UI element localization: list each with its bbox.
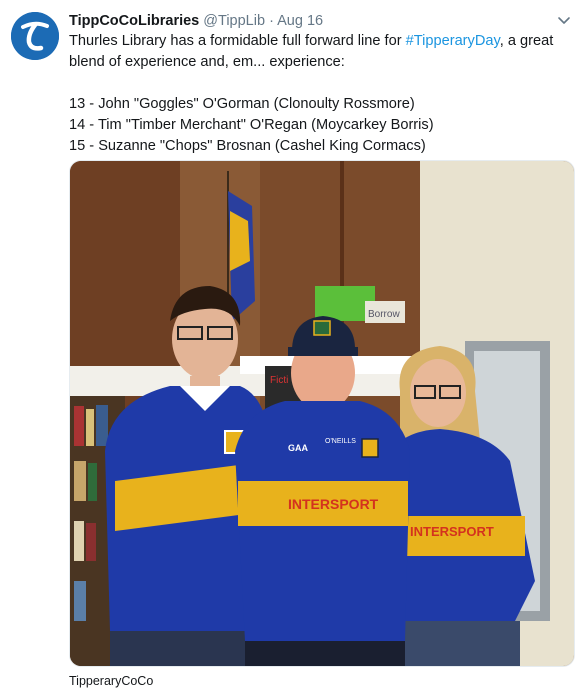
middle-jersey-brand: O'NEILLS xyxy=(325,438,356,445)
lineup-line-15: 15 - Suzanne "Chops" Brosnan (Cashel Kin… xyxy=(69,138,426,154)
library-logo-icon xyxy=(11,12,59,60)
hashtag-link[interactable]: #TipperaryDay xyxy=(406,33,500,49)
tweet-text-part1: Thurles Library has a formidable full fo… xyxy=(69,33,406,49)
timestamp[interactable]: Aug 16 xyxy=(277,13,323,29)
photo-image: Borrow Ficti INTERSPORT INTERSPORT GAA O… xyxy=(70,161,574,666)
lineup-line-14: 14 - Tim "Timber Merchant" O'Regan (Moyc… xyxy=(69,117,434,133)
middle-jersey-sponsor: INTERSPORT xyxy=(288,496,379,512)
tweet-intro: Thurles Library has a formidable full fo… xyxy=(69,31,574,73)
middle-jersey-gaa: GAA xyxy=(288,443,309,453)
lineup-line-13: 13 - John "Goggles" O'Gorman (Clonoulty … xyxy=(69,96,415,112)
chevron-down-icon[interactable] xyxy=(557,14,571,28)
separator-dot: · xyxy=(269,13,274,29)
fiction-sign-text: Ficti xyxy=(270,375,288,386)
tweet[interactable]: TippCoCoLibraries @TippLib · Aug 16 Thur… xyxy=(0,0,585,697)
right-jersey-sponsor: INTERSPORT xyxy=(410,524,494,539)
author-name[interactable]: TippCoCoLibraries xyxy=(69,13,199,29)
tweet-text: Thurles Library has a formidable full fo… xyxy=(69,31,574,157)
profile-avatar[interactable] xyxy=(11,12,59,60)
photo-credit[interactable]: TipperaryCoCo xyxy=(69,674,153,688)
author-handle[interactable]: @TippLib xyxy=(203,13,265,29)
tweet-photo[interactable]: Borrow Ficti INTERSPORT INTERSPORT GAA O… xyxy=(69,160,575,667)
tweet-header: TippCoCoLibraries @TippLib · Aug 16 xyxy=(69,11,555,31)
borrow-sign-text: Borrow xyxy=(368,309,400,320)
